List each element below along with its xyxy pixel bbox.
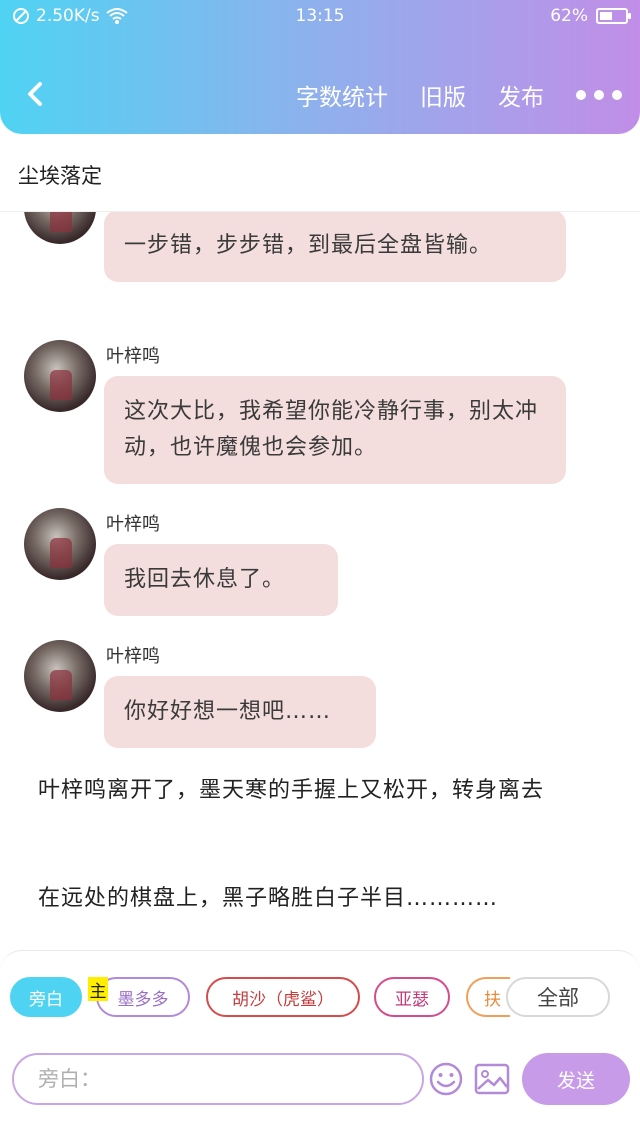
avatar[interactable] (24, 212, 96, 244)
message-input[interactable] (12, 1053, 424, 1105)
chip-character[interactable]: 亚瑟 (374, 977, 450, 1017)
battery-percent: 62% (550, 6, 588, 26)
avatar[interactable] (24, 508, 96, 580)
status-bar: 2.50K/s 13:15 62% (0, 0, 640, 34)
clock: 13:15 (295, 6, 345, 26)
nav-actions: 字数统计 旧版 发布 (296, 78, 622, 112)
send-button[interactable]: 发送 (522, 1053, 630, 1105)
narration-text[interactable]: 在远处的棋盘上，黑子略胜白子半目………… (38, 880, 618, 918)
main-role-badge: 主 (88, 977, 108, 1002)
message-bubble[interactable]: 这次大比，我希望你能冷静行事，别太冲动，也许魔傀也会参加。 (104, 376, 566, 484)
more-icon[interactable] (576, 90, 622, 100)
chip-character[interactable]: 胡沙（虎鲨） (206, 977, 360, 1017)
message-bubble[interactable]: 一步错，步步错，到最后全盘皆输。 (104, 212, 566, 282)
role-chips: 旁白 墨多多 主 胡沙（虎鲨） 亚瑟 扶 全部 (10, 977, 630, 1021)
chat-area[interactable]: 一步错，步步错，到最后全盘皆输。 叶梓鸣 这次大比，我希望你能冷静行事，别太冲动… (0, 212, 640, 952)
avatar[interactable] (24, 640, 96, 712)
message-bubble[interactable]: 我回去休息了。 (104, 544, 338, 616)
emoji-icon[interactable] (428, 1061, 464, 1097)
image-icon[interactable] (474, 1063, 510, 1095)
avatar[interactable] (24, 340, 96, 412)
narration-text[interactable]: 叶梓鸣离开了，墨天寒的手握上又松开，转身离去 (38, 772, 618, 810)
story-title[interactable]: 尘埃落定 (18, 160, 102, 190)
battery-icon (596, 8, 631, 24)
sender-name: 叶梓鸣 (106, 346, 160, 367)
sender-name: 叶梓鸣 (106, 514, 160, 535)
chip-character[interactable]: 墨多多 (96, 977, 190, 1017)
word-count-button[interactable]: 字数统计 (296, 78, 388, 112)
back-icon[interactable] (18, 76, 54, 112)
story-title-bar: 尘埃落定 (0, 134, 640, 212)
header: 2.50K/s 13:15 62% 字数统计 旧版 发布 (0, 0, 640, 134)
status-right: 62% (550, 6, 631, 26)
chip-narrator[interactable]: 旁白 (10, 977, 82, 1017)
publish-button[interactable]: 发布 (498, 78, 544, 112)
message-bubble[interactable]: 你好好想一想吧…… (104, 676, 376, 748)
old-version-button[interactable]: 旧版 (420, 78, 466, 112)
chip-all[interactable]: 全部 (506, 977, 610, 1017)
composer-panel: 旁白 墨多多 主 胡沙（虎鲨） 亚瑟 扶 全部 发送 (0, 950, 640, 1138)
sender-name: 叶梓鸣 (106, 646, 160, 667)
nav-bar: 字数统计 旧版 发布 (0, 70, 640, 122)
chip-character[interactable]: 扶 (466, 977, 510, 1017)
input-row: 发送 (10, 1053, 630, 1107)
